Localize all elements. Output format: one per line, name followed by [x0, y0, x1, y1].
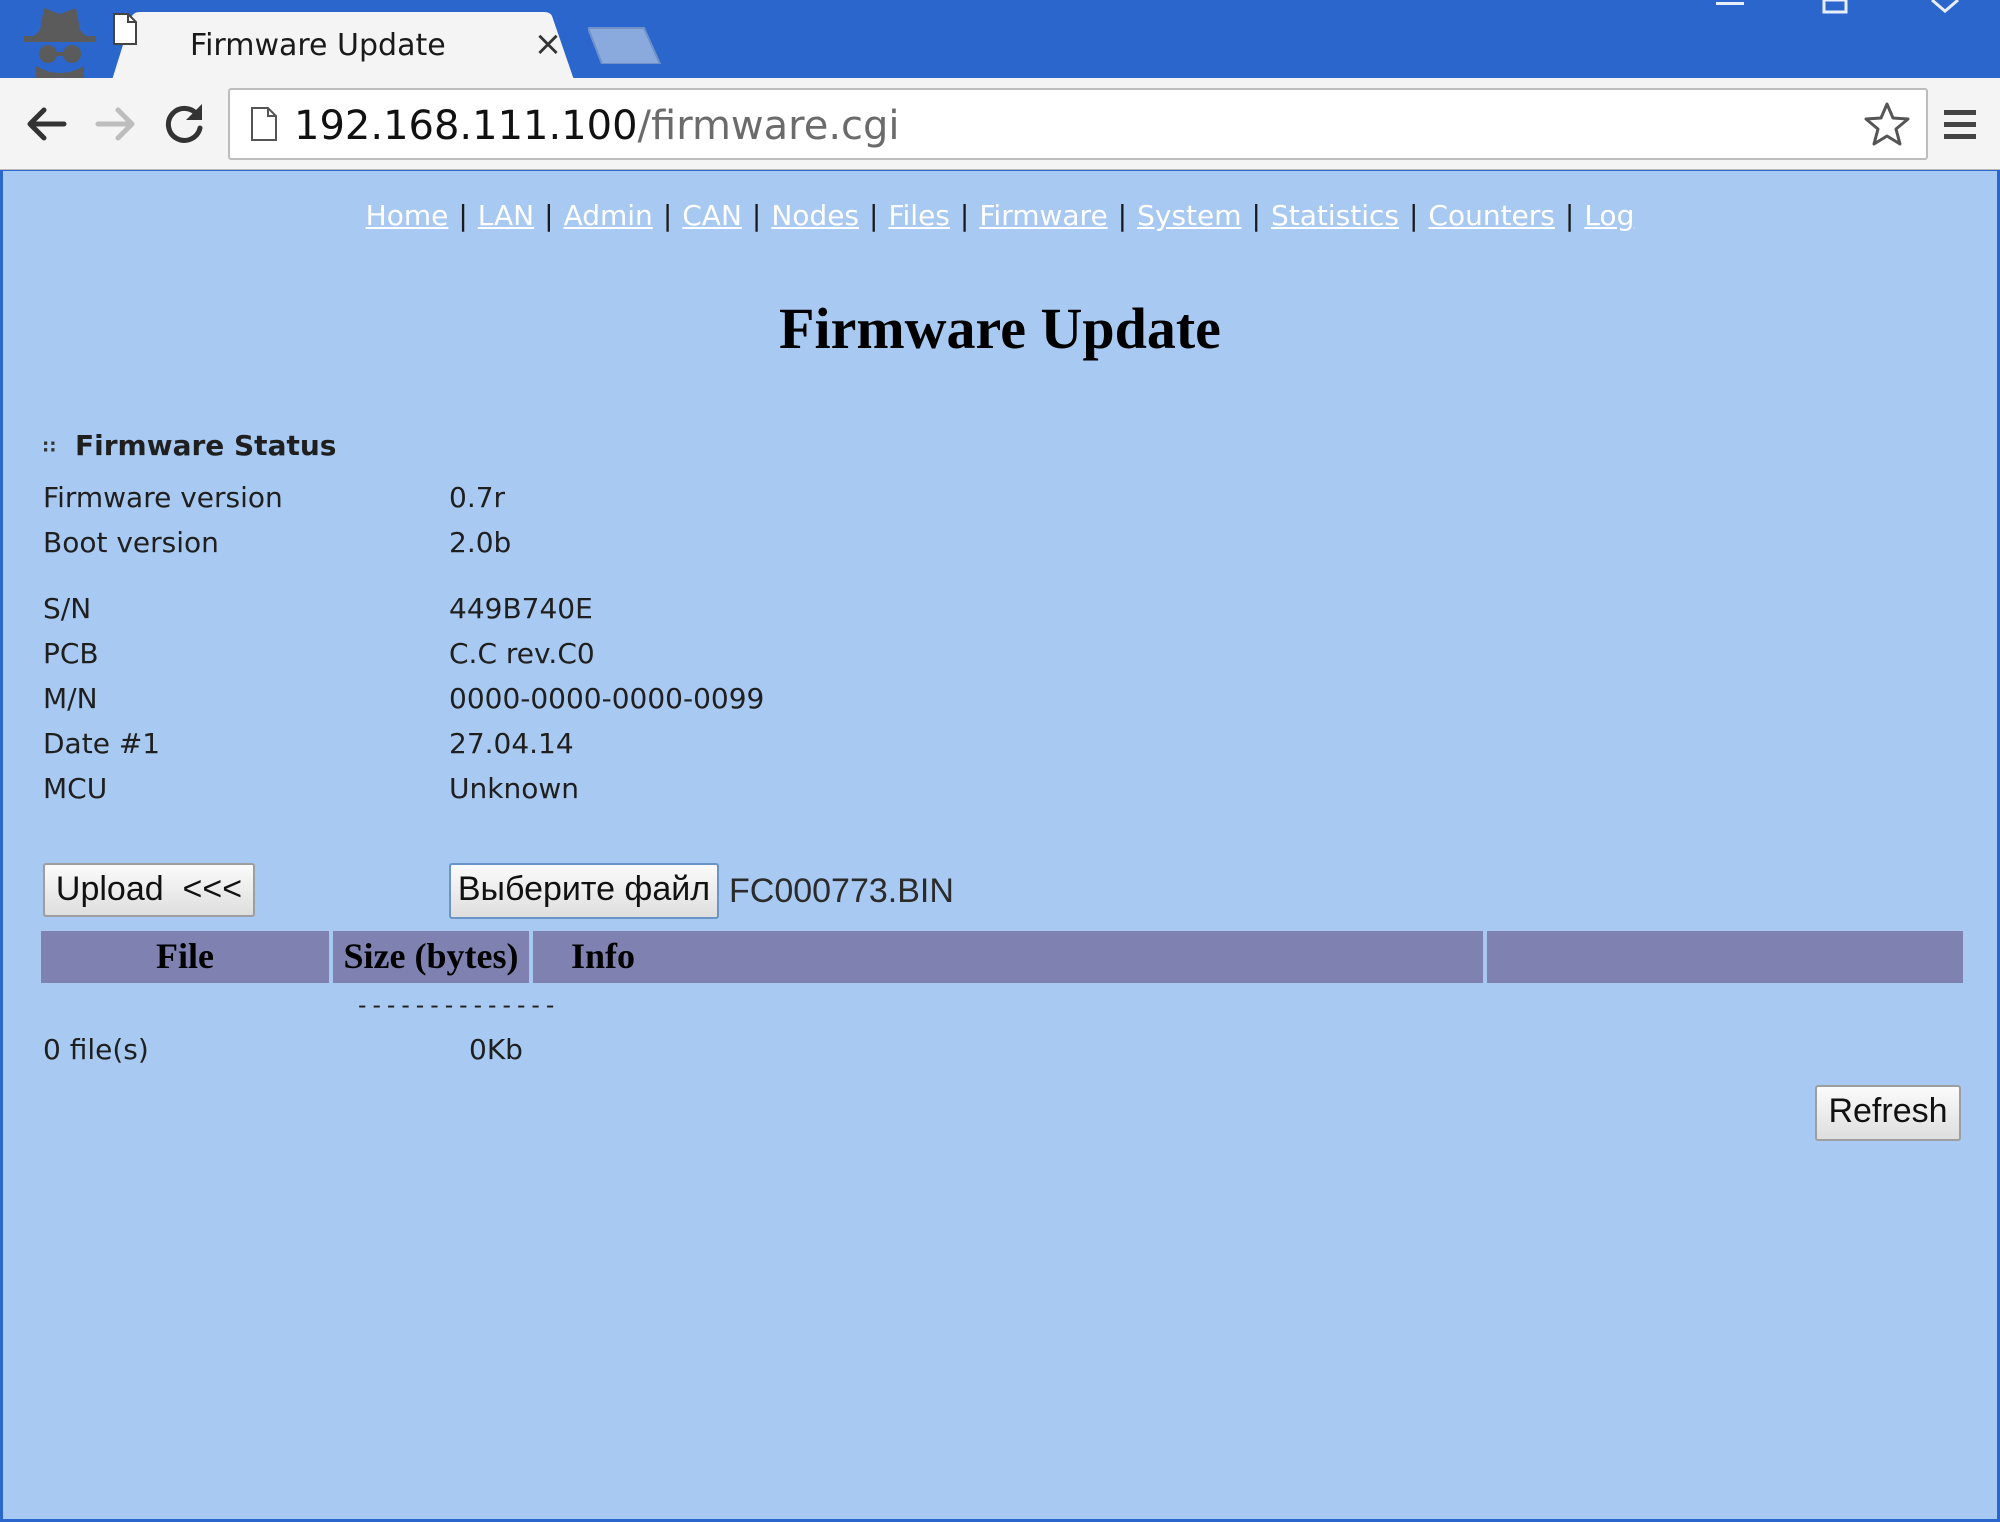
files-table-header: File Size (bytes) Info — [41, 931, 1963, 983]
forward-icon[interactable] — [90, 98, 142, 150]
info-value: C.C rev.C0 — [449, 637, 595, 670]
url-host: 192.168.111.100 — [294, 103, 638, 149]
nav-link-admin[interactable]: Admin — [564, 199, 653, 232]
new-tab-button[interactable] — [588, 24, 662, 64]
top-navigation: Home | LAN | Admin | CAN | Nodes | Files | Firmware |… — [3, 199, 1997, 232]
nav-separator: | — [751, 199, 762, 232]
column-header-extra — [1487, 931, 1963, 983]
bookmark-star-icon[interactable] — [1862, 100, 1912, 150]
section-heading-text: Firmware Status — [75, 429, 337, 462]
browser-titlebar: Firmware Update × — [0, 0, 2000, 80]
reload-icon[interactable] — [158, 98, 210, 150]
column-header-info: Info — [571, 936, 636, 976]
nav-link-can[interactable]: CAN — [682, 199, 742, 232]
url-text[interactable]: 192.168.111.100/firmware.cgi — [294, 102, 900, 150]
size-total-separator: -------------- — [355, 991, 558, 1019]
url-path: /firmware.cgi — [637, 103, 900, 149]
nav-link-system[interactable]: System — [1137, 199, 1241, 232]
nav-link-firmware[interactable]: Firmware — [979, 199, 1107, 232]
info-value: 27.04.14 — [449, 727, 574, 760]
nav-separator: | — [1408, 199, 1419, 232]
nav-separator: | — [458, 199, 468, 232]
page-viewport: Home | LAN | Admin | CAN | Nodes | Files | Firmware |… — [3, 171, 1997, 1519]
maximize-icon[interactable] — [1822, 0, 1848, 14]
info-value: 0.7r — [449, 481, 506, 514]
nav-link-counters[interactable]: Counters — [1428, 199, 1554, 232]
address-bar[interactable]: 192.168.111.100/firmware.cgi — [228, 88, 1928, 160]
info-label: PCB — [43, 637, 99, 670]
tab-firmware-update[interactable]: Firmware Update × — [112, 12, 580, 80]
info-value: 2.0b — [449, 526, 512, 559]
nav-separator: | — [959, 199, 970, 232]
nav-link-statistics[interactable]: Statistics — [1271, 199, 1399, 232]
tab-title: Firmware Update — [190, 28, 446, 63]
nav-link-log[interactable]: Log — [1584, 199, 1634, 232]
section-bullet-icon: ∷ — [43, 436, 56, 458]
chosen-file-name: FC000773.BIN — [729, 872, 954, 910]
info-value: Unknown — [449, 772, 579, 805]
info-value: 449B740E — [449, 592, 593, 625]
nav-separator: | — [1117, 199, 1128, 232]
nav-separator: | — [869, 199, 879, 232]
browser-toolbar: 192.168.111.100/firmware.cgi — [0, 78, 2000, 170]
page-icon — [251, 107, 277, 141]
incognito-icon — [24, 8, 96, 78]
nav-separator: | — [1564, 199, 1575, 232]
info-label: Date #1 — [43, 727, 161, 760]
nav-link-home[interactable]: Home — [366, 199, 449, 232]
info-label: Boot version — [43, 526, 219, 559]
nav-separator: | — [544, 199, 554, 232]
info-label: S/N — [43, 592, 92, 625]
info-label: M/N — [43, 682, 98, 715]
nav-link-nodes[interactable]: Nodes — [771, 199, 859, 232]
nav-link-lan[interactable]: LAN — [478, 199, 534, 232]
files-count: 0 file(s) — [43, 1033, 149, 1066]
page-title: Firmware Update — [779, 296, 1221, 361]
firmware-status-heading: ∷ Firmware Status — [43, 429, 336, 462]
column-header-file: File — [156, 936, 214, 976]
info-label: Firmware version — [43, 481, 283, 514]
nav-separator: | — [662, 199, 673, 232]
info-label: MCU — [43, 772, 108, 805]
minimize-icon[interactable] — [1716, 0, 1744, 14]
page-icon — [113, 13, 137, 45]
back-icon[interactable] — [20, 98, 72, 150]
nav-link-files[interactable]: Files — [888, 199, 949, 232]
window-close-icon[interactable] — [1928, 0, 1962, 14]
nav-separator: | — [1251, 199, 1261, 232]
info-value: 0000-0000-0000-0099 — [449, 682, 765, 715]
upload-button[interactable]: Upload <<< — [43, 863, 255, 917]
menu-icon[interactable] — [1938, 100, 1982, 148]
refresh-button[interactable]: Refresh — [1815, 1085, 1961, 1141]
files-total-size: 0Kb — [469, 1033, 523, 1066]
column-header-size: Size (bytes) — [343, 936, 519, 976]
close-tab-icon[interactable]: × — [532, 27, 564, 61]
choose-file-button[interactable]: Выберите файл — [449, 863, 719, 919]
